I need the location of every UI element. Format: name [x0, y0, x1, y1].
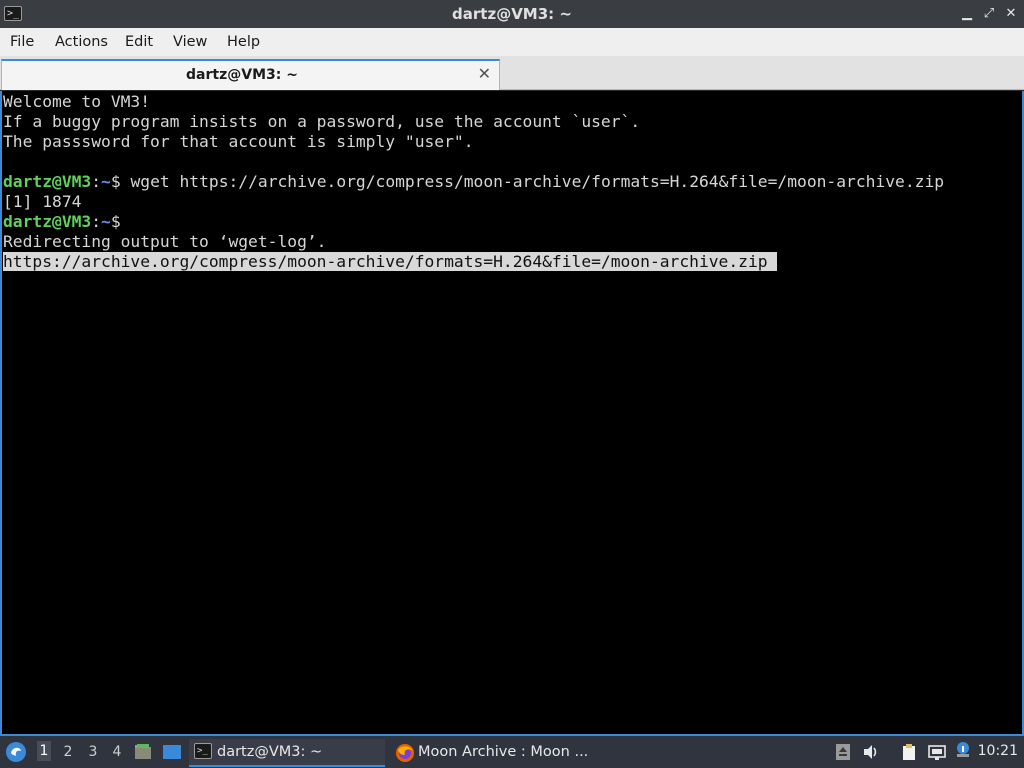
minimize-button[interactable]: ▁ — [958, 5, 976, 23]
task-label: dartz@VM3: ~ — [217, 744, 323, 760]
task-terminal[interactable]: >_ dartz@VM3: ~ — [189, 739, 385, 767]
prompt-user: dartz@VM3 — [3, 212, 92, 231]
taskbar: 1 2 3 4 >_ dartz@VM3: ~ Moon Archive : M… — [0, 736, 1024, 768]
terminal-line: Welcome to VM3! — [3, 92, 151, 111]
terminal-command: wget https://archive.org/compress/moon-a… — [120, 172, 945, 191]
network-info-icon[interactable] — [954, 741, 972, 759]
prompt-symbol: $ — [110, 212, 121, 231]
maximize-button[interactable]: ⤢ — [980, 5, 998, 23]
tab-terminal[interactable]: dartz@VM3: ~ ✕ — [1, 59, 500, 90]
network-icon[interactable] — [928, 743, 946, 761]
file-manager-icon[interactable] — [133, 742, 153, 762]
prompt-path: ~ — [101, 172, 111, 191]
tab-close-icon[interactable]: ✕ — [478, 64, 491, 83]
terminal-prompt-line: dartz@VM3:~$ wget https://archive.org/co… — [3, 172, 944, 192]
volume-icon[interactable] — [862, 743, 880, 761]
clock[interactable]: 10:21 — [978, 743, 1018, 759]
terminal-selected-line[interactable]: https://archive.org/compress/moon-archiv… — [3, 252, 778, 272]
prompt-separator: : — [91, 212, 102, 231]
terminal-output[interactable]: Welcome to VM3! If a buggy program insis… — [0, 91, 1024, 736]
prompt-separator: : — [91, 172, 102, 191]
selected-text: https://archive.org/compress/moon-archiv… — [3, 252, 778, 271]
start-menu-icon[interactable] — [5, 741, 27, 763]
menu-view[interactable]: View — [173, 34, 207, 50]
task-label: Moon Archive : Moon ... — [418, 744, 589, 760]
workspace-3[interactable]: 3 — [86, 744, 100, 760]
menu-actions[interactable]: Actions — [55, 34, 108, 50]
clipboard-icon[interactable] — [900, 743, 918, 761]
window-title: dartz@VM3: ~ — [452, 5, 572, 23]
firefox-icon — [396, 744, 414, 762]
terminal-line: The passsword for that account is simply… — [3, 132, 474, 151]
removable-drive-icon[interactable] — [834, 743, 852, 761]
show-desktop-icon[interactable] — [162, 743, 182, 761]
prompt-path: ~ — [101, 212, 111, 231]
menu-file[interactable]: File — [10, 34, 34, 50]
task-firefox[interactable]: Moon Archive : Moon ... — [392, 739, 592, 767]
window-titlebar[interactable]: >_ dartz@VM3: ~ ▁ ⤢ ✕ — [0, 0, 1024, 28]
tab-bar: dartz@VM3: ~ ✕ — [0, 56, 1024, 90]
close-window-button[interactable]: ✕ — [1002, 5, 1020, 23]
menu-bar: File Actions Edit View Help — [0, 28, 1024, 56]
prompt-symbol: $ — [110, 172, 121, 191]
terminal-icon: >_ — [194, 743, 212, 759]
workspace-4[interactable]: 4 — [110, 744, 124, 760]
prompt-user: dartz@VM3 — [3, 172, 92, 191]
terminal-redirect-line: Redirecting output to ‘wget-log’. — [3, 232, 327, 251]
terminal-job-line: [1] 1874 — [3, 192, 82, 211]
terminal-prompt-line: dartz@VM3:~$ — [3, 212, 121, 232]
workspace-2[interactable]: 2 — [61, 744, 75, 760]
terminal-line: If a buggy program insists on a password… — [3, 112, 641, 131]
tab-label: dartz@VM3: ~ — [186, 67, 298, 83]
workspace-1[interactable]: 1 — [37, 741, 51, 761]
menu-edit[interactable]: Edit — [125, 34, 153, 50]
menu-help[interactable]: Help — [227, 34, 260, 50]
